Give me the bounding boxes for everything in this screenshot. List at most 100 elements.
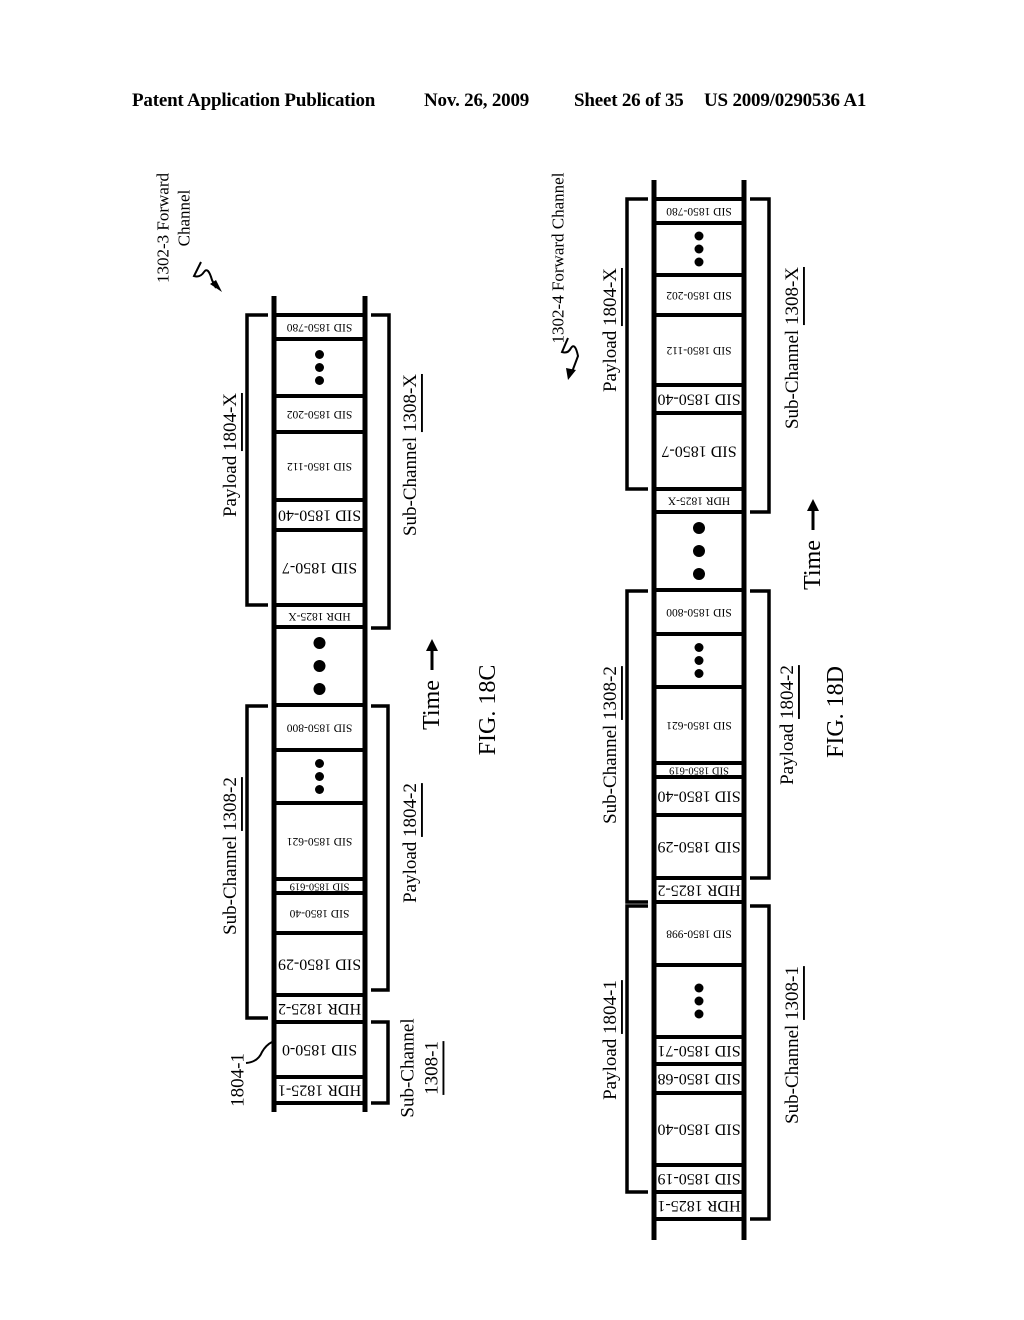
fig18d-time-label: Time (800, 540, 826, 590)
fig18c-bracket-subchannel-2 (245, 704, 268, 1020)
fig18c-payload-x-label-prefix: Payload (220, 451, 241, 517)
fig18d-payload-x-label-prefix: Payload (600, 326, 621, 392)
figure-diagram: SID 1850-780 SID 1850-202 SID 1850-112 SID … (154, 172, 849, 1240)
fig18c-ellipsis-dot (315, 376, 324, 385)
fig18c-cell-label: SID 1850-202 (287, 408, 353, 420)
fig18d-ellipsis-dot (694, 244, 704, 254)
fig18d-payload-1-label-prefix: Payload (600, 1034, 621, 1100)
fig18c-cell-label: SID 1850-40 (289, 907, 349, 919)
fig18c-cell-label: SID 1850-112 (287, 460, 352, 472)
fig18c-time-arrow-head (426, 639, 438, 651)
fig18d-subchannel-2-label-ref: 1308-2 (600, 666, 621, 720)
fig18c-cell-label: SID 1850-29 (278, 956, 361, 973)
fig18d-subchannel-1-label-ref: 1308-1 (782, 966, 803, 1020)
fig18d-subchannel-x-label-ref: 1308-X (782, 267, 803, 325)
fig18d-channel-pointer-head (566, 368, 576, 380)
fig18d-caption: FIG. 18D (823, 666, 849, 758)
fig18d-cell-label: SID 1850-68 (657, 1070, 740, 1087)
fig18d-cell-label: SID 1850-40 (657, 1121, 740, 1138)
fig18c-pointer-label: 1804-1 (228, 1053, 249, 1107)
fig18c-cell-label: SID 1850-0 (282, 1041, 357, 1058)
fig18c-ellipsis-dot (315, 759, 324, 768)
fig18d-cell-label: SID 1850-998 (666, 928, 732, 940)
fig18d-ellipsis-dot (694, 996, 704, 1006)
fig18c-cell-label: HDR 1825-1 (278, 1082, 361, 1099)
fig18d-channel-label: 1302-4 Forward Channel (549, 172, 568, 343)
fig18d-payload-2-label-ref: 1804-2 (777, 665, 798, 719)
fig18d-payload-x-label: Payload 1804-X (600, 268, 621, 392)
fig18c-pointer-line (245, 1041, 273, 1064)
fig18d-ellipsis-dot (693, 522, 705, 534)
fig18d-subchannel-2-label-prefix: Sub-Channel (600, 720, 621, 824)
fig18d-ellipsis-dot (694, 257, 704, 267)
fig18d-cell-label: SID 1850-800 (666, 606, 732, 618)
fig18d-cell-label: HDR 1825-X (667, 495, 730, 507)
fig18c-bracket-subchannel-x (371, 313, 391, 630)
fig18d-subchannel-1-label-prefix: Sub-Channel (782, 1020, 803, 1124)
fig18d-ellipsis-dot (694, 656, 704, 665)
fig18d-payload-2-label: Payload 1804-2 (777, 665, 798, 785)
fig18c-subchannel-x-label-prefix: Sub-Channel (400, 432, 421, 536)
fig18d-subchannel-x-label-prefix: Sub-Channel (782, 325, 803, 429)
figure-18c: SID 1850-780 SID 1850-202 SID 1850-112 SID … (154, 172, 502, 1117)
fig18c-subchannel-x-label-ref: 1308-X (400, 374, 421, 432)
fig18d-ellipsis-dot (694, 1009, 704, 1019)
fig18c-bracket-subchannel-1 (371, 1020, 390, 1105)
fig18d-bracket-payload-x (625, 197, 648, 491)
fig18d-payload-1-label-ref: 1804-1 (600, 980, 621, 1034)
fig18c-channel-label-line2: Channel (175, 189, 194, 246)
fig18c-cell-label: HDR 1825-2 (278, 1000, 361, 1017)
fig18c-subchannel-1-label: Sub-Channel (398, 1018, 419, 1117)
fig18d-ellipsis-dot (693, 568, 705, 580)
fig18d-time-arrow-head (807, 499, 819, 511)
fig18d-cell-label: SID 1850-112 (666, 344, 731, 356)
fig18d-cell-label: HDR 1825-1 (657, 1197, 740, 1214)
fig18d-bracket-subchannel-2 (625, 589, 648, 904)
fig18d-bracket-subchannel-x (750, 197, 771, 514)
fig18d-cell-label: SID 1850-19 (657, 1170, 740, 1187)
fig18d-payload-x-label-ref: 1804-X (600, 268, 621, 326)
fig18d-ellipsis-dot (694, 231, 704, 241)
fig18c-payload-2-label-ref: 1804-2 (400, 783, 421, 837)
fig18c-bracket-payload-x (245, 313, 268, 607)
fig18c-cell-label: SID 1850-619 (290, 881, 350, 892)
fig18c-subchannel-x-label: Sub-Channel 1308-X (400, 374, 421, 536)
fig18d-payload-2-label-prefix: Payload (777, 719, 798, 785)
fig18d-cell-label: SID 1850-619 (669, 765, 729, 776)
fig18c-cell-label: SID 1850-40 (278, 507, 361, 524)
fig18d-ellipsis-dot (693, 545, 705, 557)
fig18d-ellipsis-dot (694, 983, 704, 993)
fig18c-cell-label: SID 1850-7 (282, 559, 357, 576)
fig18c-ellipsis-dot (313, 637, 326, 649)
fig18c-cell-label: SID 1850-800 (287, 722, 353, 734)
fig18d-cell-label: SID 1850-40 (657, 788, 740, 805)
fig18c-payload-x-label-ref: 1804-X (220, 393, 241, 451)
fig18c-caption: FIG. 18C (475, 665, 501, 756)
fig18d-cell-label: HDR 1825-2 (657, 882, 740, 899)
fig18c-subchannel-2-label-prefix: Sub-Channel (220, 831, 241, 935)
fig18c-payload-2-label: Payload 1804-2 (400, 783, 421, 903)
figure-18d: SID 1850-780 SID 1850-202 SID 1850-112 SID … (549, 172, 849, 1240)
fig18c-ellipsis-dot (313, 660, 326, 672)
fig18d-cell-label: SID 1850-202 (666, 289, 732, 301)
fig18d-subchannel-x-label: Sub-Channel 1308-X (782, 267, 803, 429)
fig18c-cell-label: SID 1850-621 (287, 835, 353, 847)
fig18d-subchannel-2-label: Sub-Channel 1308-2 (600, 666, 621, 824)
fig18d-bracket-payload-1 (625, 904, 648, 1194)
fig18c-ellipsis-dot (315, 772, 324, 781)
fig18d-subchannel-1-label: Sub-Channel 1308-1 (782, 966, 803, 1124)
fig18d-cell-label: SID 1850-780 (666, 205, 732, 217)
fig18d-cell-label: SID 1850-7 (661, 443, 736, 460)
fig18c-cell-label: HDR 1825-X (288, 610, 351, 622)
fig18d-cell-label: SID 1850-621 (666, 719, 732, 731)
fig18d-cell-label: SID 1850-40 (657, 391, 740, 408)
fig18c-subchannel-2-label: Sub-Channel 1308-2 (220, 777, 241, 935)
fig18c-channel-label: 1302-3 Forward (154, 172, 173, 283)
fig18c-cell-label: SID 1850-780 (287, 321, 353, 333)
fig18d-cell-label: SID 1850-71 (657, 1042, 740, 1059)
fig18c-subchannel-1-ref: 1308-1 (422, 1041, 443, 1095)
fig18c-time-label: Time (419, 680, 445, 730)
fig18c-ellipsis-dot (315, 350, 324, 359)
fig18c-subchannel-2-label-ref: 1308-2 (220, 777, 241, 831)
fig18c-bracket-payload-2 (371, 704, 390, 992)
